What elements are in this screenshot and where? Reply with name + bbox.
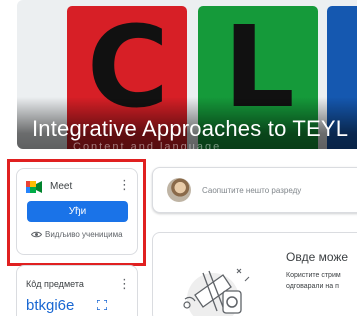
fullscreen-icon[interactable] [97, 300, 107, 310]
stream-empty-text: Користите стрим одговарали на п [286, 270, 341, 292]
stream-empty-title: Овде може [286, 250, 349, 264]
visibility-text: Видљиво ученицима [45, 230, 123, 239]
class-code-label: Кôд предмета [26, 279, 84, 289]
meet-icon [26, 181, 42, 193]
visibility-note: Видљиво ученицима [31, 230, 123, 239]
stream-empty-line-1: Користите стрим [286, 272, 341, 279]
more-vert-icon[interactable]: ⋮ [118, 277, 131, 290]
announce-box[interactable]: Саопштите нешто разреду [152, 167, 357, 213]
join-meet-button[interactable]: Уђи [27, 201, 128, 222]
class-code-card: Кôд предмета ⋮ btkgi6e [16, 265, 138, 316]
eye-icon [31, 231, 42, 238]
class-subtitle: Content and language [73, 141, 222, 149]
class-title: Integrative Approaches to TEYL [32, 116, 349, 141]
class-code-value[interactable]: btkgi6e [26, 297, 74, 314]
announce-placeholder: Саопштите нешто разреду [202, 186, 302, 195]
class-banner: C L Integrative Approaches to TEYL Conte… [17, 0, 357, 149]
meet-card: Meet ⋮ Уђи Видљиво ученицима [16, 168, 138, 255]
meet-title: Meet [50, 181, 73, 192]
stream-empty-line-2: одговарали на п [286, 283, 339, 290]
more-vert-icon[interactable]: ⋮ [118, 178, 131, 191]
stream-empty-state: Овде може Користите стрим одговарали на … [152, 232, 357, 316]
stream-illustration [183, 268, 250, 316]
avatar [167, 178, 191, 202]
